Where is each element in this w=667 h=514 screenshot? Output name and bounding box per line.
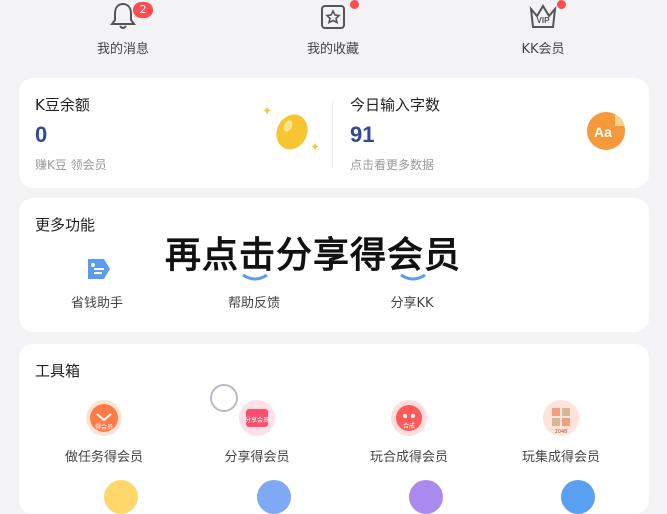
feature-help-label: 帮助反馈: [227, 296, 280, 311]
input-count-value: 91: [350, 122, 375, 147]
svg-text:得会员: 得会员: [95, 423, 113, 431]
tool-share-label: 分享得会员: [224, 450, 290, 465]
kdou-balance-panel[interactable]: K豆余额 0 赚K豆 领会员 ✦ ✦: [19, 78, 331, 188]
kdou-value: 0: [35, 122, 48, 147]
task-reward-icon: 得会员: [86, 400, 122, 436]
favorites-dot: [350, 0, 359, 9]
message-count-badge: 2: [133, 2, 153, 18]
messages-label: 我的消息: [96, 42, 149, 57]
coupon-tag-icon: [82, 253, 114, 285]
tool-row2-item-4[interactable]: [561, 480, 595, 514]
svg-text:合成: 合成: [403, 422, 415, 430]
tool-share-reward[interactable]: 分享会员 分享得会员: [187, 400, 327, 470]
tool-collect-label: 玩集成得会员: [521, 450, 600, 465]
kdou-title: K豆余额: [35, 96, 90, 114]
vip-label: KK会员: [521, 42, 565, 57]
tool-task-reward[interactable]: 得会员 做任务得会员: [34, 400, 174, 470]
touch-indicator: [210, 384, 238, 412]
messages-entry[interactable]: 2 我的消息: [63, 0, 183, 64]
tool-collect-game[interactable]: 2048 玩集成得会员: [491, 400, 631, 470]
feature-share-label: 分享KK: [390, 296, 434, 311]
bean-icon: [269, 108, 315, 154]
tool-merge-game[interactable]: 合成 玩合成得会员: [339, 400, 479, 470]
input-count-panel[interactable]: 今日输入字数 91 点击看更多数据 Aa: [333, 78, 649, 188]
tool-row2-item-3[interactable]: [409, 480, 443, 514]
sparkle-icon: ✦: [310, 140, 321, 154]
toolbox-card: 工具箱 得会员 做任务得会员 分享会员 分享得会员 合成 玩合成得会员 2048…: [19, 344, 649, 514]
merge-game-icon: 合成: [391, 400, 427, 436]
svg-text:分享会员: 分享会员: [245, 416, 269, 424]
more-features-title: 更多功能: [35, 216, 96, 234]
input-count-title: 今日输入字数: [350, 96, 441, 114]
tool-row2-item-1[interactable]: [104, 480, 138, 514]
kdou-sub: 赚K豆 领会员: [35, 158, 107, 172]
collect-game-icon: 2048: [543, 400, 579, 436]
feature-savings-label: 省钱助手: [70, 296, 123, 311]
vip-crown-icon: VIP: [527, 0, 559, 32]
input-count-sub: 点击看更多数据: [350, 158, 435, 172]
tool-task-label: 做任务得会员: [64, 450, 143, 465]
favorites-entry[interactable]: 我的收藏: [273, 0, 393, 64]
tool-row2-item-2[interactable]: [257, 480, 291, 514]
share-reward-icon: 分享会员: [239, 400, 275, 436]
svg-text:Aa: Aa: [594, 124, 612, 140]
tool-merge-label: 玩合成得会员: [369, 450, 448, 465]
feature-savings-helper[interactable]: 省钱助手: [32, 250, 162, 311]
folder-star-icon: [317, 0, 349, 32]
sparkle-icon: ✦: [262, 104, 273, 118]
svg-text:VIP: VIP: [537, 16, 551, 25]
font-aa-icon: Aa: [585, 110, 627, 152]
svg-text:2048: 2048: [555, 429, 568, 435]
vip-entry[interactable]: VIP KK会员: [483, 0, 603, 64]
overlay-caption: 再点击分享得会员: [165, 235, 462, 276]
stats-card: K豆余额 0 赚K豆 领会员 ✦ ✦ 今日输入字数 91 点击看更多数据 Aa: [19, 78, 649, 188]
toolbox-title: 工具箱: [35, 362, 81, 380]
favorites-label: 我的收藏: [306, 42, 359, 57]
vip-dot: [557, 0, 566, 9]
top-nav: 2 我的消息 我的收藏 VIP KK会员: [0, 0, 667, 64]
